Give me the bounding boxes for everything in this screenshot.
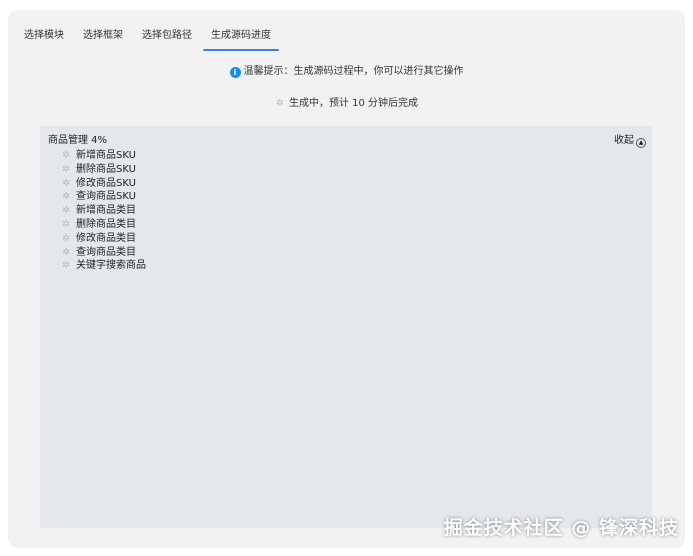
tab-generate-progress[interactable]: 生成源码进度 — [203, 22, 279, 51]
task-item: ✲ 关键字搜索商品 — [62, 259, 146, 273]
tab-select-framework[interactable]: 选择框架 — [75, 22, 131, 51]
loading-spinner-icon: ✲ — [62, 150, 71, 161]
watermark: 掘金技术社区 @ 锋深科技 — [443, 517, 679, 539]
progress-panel: 商品管理 4% 收起 ▲ ✲ 新增商品SKU ✲ 删除商品SKU ✲ 修改商品SKU ✲ 查询商… — [40, 126, 652, 528]
task-label: 关键字搜索商品 — [76, 260, 146, 272]
tab-bar: 选择模块 选择框架 选择包路径 生成源码进度 — [16, 22, 282, 51]
loading-spinner-icon: ✲ — [62, 191, 71, 203]
tip-row: i 温馨提示：生成源码过程中，你可以进行其它操作 — [8, 62, 685, 78]
task-item: ✲ 新增商品类目 — [62, 204, 146, 218]
task-label: 新增商品类目 — [76, 205, 136, 217]
tab-select-module[interactable]: 选择模块 — [16, 22, 72, 51]
collapse-button[interactable]: 收起 ▲ — [614, 131, 646, 148]
panel-title: 商品管理 4% — [48, 135, 108, 146]
tab-select-package-path[interactable]: 选择包路径 — [134, 22, 200, 51]
task-item: ✲ 新增商品SKU — [62, 149, 146, 163]
main-card: 选择模块 选择框架 选择包路径 生成源码进度 i 温馨提示：生成源码过程中，你可以… — [8, 10, 685, 548]
task-label: 删除商品类目 — [76, 218, 136, 230]
collapse-label: 收起 — [614, 135, 634, 146]
task-label: 删除商品SKU — [76, 163, 136, 175]
task-item: ✲ 查询商品类目 — [62, 246, 146, 260]
loading-spinner-icon: ✲ — [62, 177, 71, 189]
task-label: 查询商品类目 — [76, 246, 136, 258]
loading-spinner-icon: ✲ — [62, 260, 71, 272]
loading-spinner-icon: ✲ — [62, 232, 71, 244]
status-text: 生成中，预计 10 分钟后完成 — [288, 98, 419, 109]
loading-spinner-icon: ✲ — [62, 163, 71, 175]
task-item: ✲ 修改商品类目 — [62, 232, 146, 246]
task-list: ✲ 新增商品SKU ✲ 删除商品SKU ✲ 修改商品SKU ✲ 查询商品SKU ✲ 新增商品类目 ✲… — [62, 149, 146, 273]
task-item: ✲ 查询商品SKU — [62, 190, 146, 204]
loading-spinner-icon: ✲ — [62, 205, 71, 217]
task-label: 查询商品SKU — [76, 191, 136, 203]
task-item: ✲ 修改商品SKU — [62, 177, 146, 191]
chevron-up-circle-icon: ▲ — [636, 138, 646, 148]
task-item: ✲ 删除商品类目 — [62, 218, 146, 232]
loading-spinner-icon: ✲ — [62, 218, 71, 230]
task-label: 新增商品SKU — [76, 150, 136, 161]
loading-spinner-icon: ✲ — [275, 98, 285, 109]
task-item: ✲ 删除商品SKU — [62, 163, 146, 177]
tip-text: 温馨提示：生成源码过程中，你可以进行其它操作 — [243, 66, 464, 77]
info-icon: i — [229, 67, 241, 78]
task-label: 修改商品SKU — [76, 177, 136, 189]
task-label: 修改商品类目 — [76, 232, 136, 244]
status-row: ✲ 生成中，预计 10 分钟后完成 — [8, 94, 685, 109]
loading-spinner-icon: ✲ — [62, 246, 71, 258]
